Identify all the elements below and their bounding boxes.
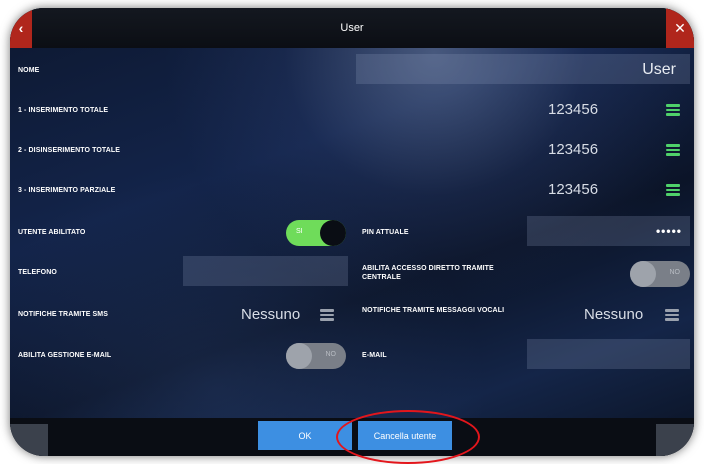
telefono-field[interactable]: [183, 256, 348, 286]
pin-attuale-value: •••••: [655, 224, 682, 238]
toggle-text: NO: [325, 351, 337, 358]
utente-abilitato-toggle[interactable]: SI: [286, 220, 346, 246]
hamburger-icon[interactable]: [666, 104, 680, 116]
inserimento-parziale-label: 3 - INSERIMENTO PARZIALE: [18, 187, 116, 194]
notifiche-vocali-value: Nessuno: [584, 306, 644, 323]
hamburger-icon[interactable]: [666, 144, 680, 156]
gestione-email-toggle[interactable]: NO: [286, 343, 346, 369]
email-field[interactable]: [527, 339, 690, 369]
toggle-knob: [320, 220, 346, 246]
notifiche-sms-value: Nessuno: [241, 306, 301, 323]
inserimento-totale-label: 1 - INSERIMENTO TOTALE: [18, 107, 109, 114]
hamburger-icon[interactable]: [666, 184, 680, 196]
dialog-frame: ‹ User ✕ NOME User 1 - INSERIMENTO TOTAL…: [10, 8, 694, 456]
pin-attuale-field[interactable]: •••••: [527, 216, 690, 246]
utente-abilitato-label: UTENTE ABILITATO: [18, 229, 86, 236]
telefono-label: TELEFONO: [18, 269, 57, 276]
hamburger-icon[interactable]: [665, 309, 679, 321]
toggle-knob: [286, 343, 312, 369]
nome-label: NOME: [18, 67, 40, 74]
accesso-diretto-label: ABILITA ACCESSO DIRETTO TRAMITE CENTRALE: [362, 265, 494, 281]
toggle-text: NO: [669, 269, 681, 276]
accesso-diretto-toggle[interactable]: NO: [630, 261, 690, 287]
right-side-button[interactable]: [656, 424, 694, 456]
notifiche-sms-label: NOTIFICHE TRAMITE SMS: [18, 311, 108, 318]
nome-value: User: [642, 61, 676, 78]
window-title: User: [340, 22, 364, 34]
highlight-circle: [336, 410, 480, 464]
title-bar: ‹ User ✕: [10, 8, 694, 48]
gestione-email-label: ABILITA GESTIONE E-MAIL: [18, 352, 112, 359]
disinserimento-totale-label: 2 - DISINSERIMENTO TOTALE: [18, 147, 121, 154]
inserimento-parziale-value: 123456: [548, 181, 599, 198]
email-label: E-MAIL: [362, 352, 387, 359]
toggle-text: SI: [296, 228, 303, 235]
hamburger-icon[interactable]: [320, 309, 334, 321]
notifiche-vocali-label: NOTIFICHE TRAMITE MESSAGGI VOCALI: [362, 307, 505, 314]
left-side-button[interactable]: [10, 424, 48, 456]
disinserimento-totale-value: 123456: [548, 141, 599, 158]
close-icon[interactable]: ✕: [666, 8, 694, 48]
inserimento-totale-value: 123456: [548, 101, 599, 118]
nome-field[interactable]: User: [356, 54, 690, 84]
pin-attuale-label: PIN ATTUALE: [362, 229, 409, 236]
toggle-knob: [630, 261, 656, 287]
